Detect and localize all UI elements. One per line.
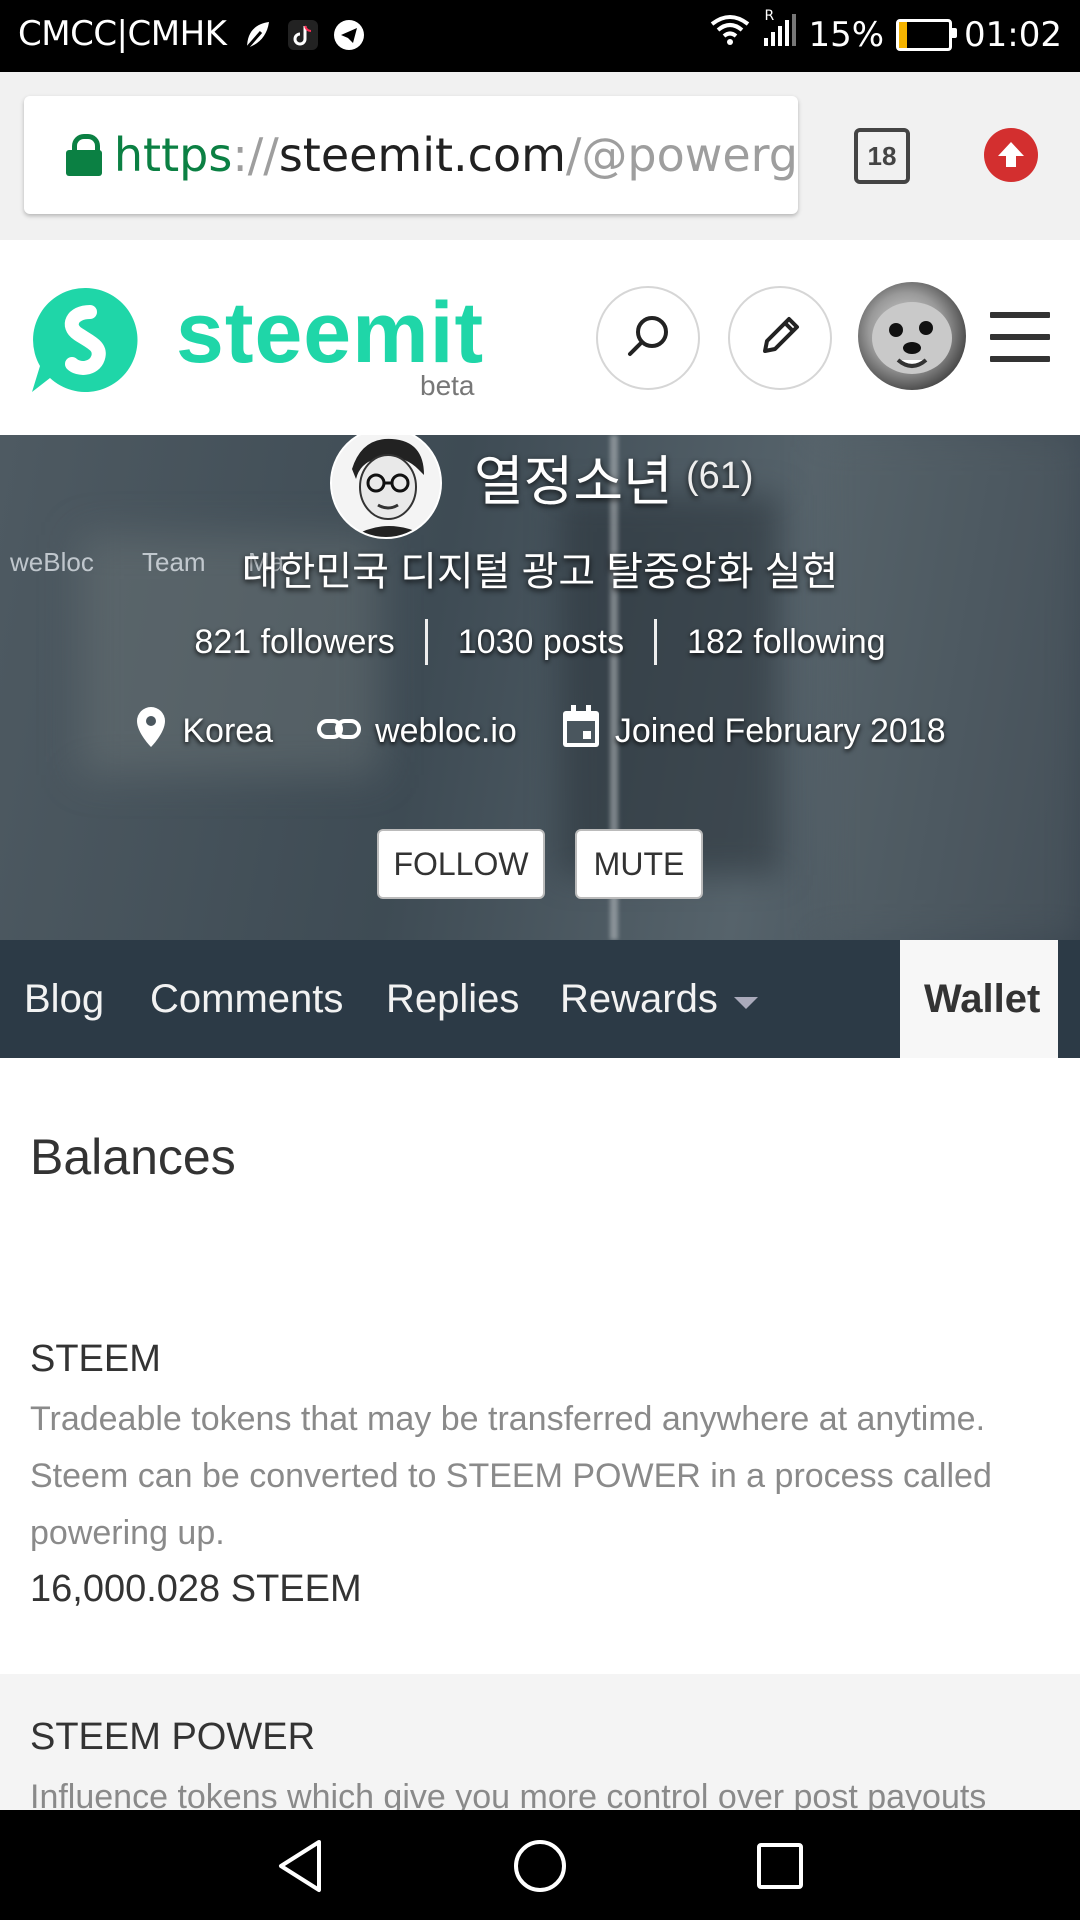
wifi-icon: [710, 14, 750, 55]
signal-roaming-label: R: [764, 8, 775, 24]
search-icon: [625, 313, 671, 364]
steem-power-row: STEEM POWER Influence tokens which give …: [30, 1716, 1050, 1810]
profile-tabs: Blog Comments Replies Rewards Wallet: [0, 940, 1080, 1058]
url-text[interactable]: https://steemit.com/@powerg: [114, 128, 798, 182]
url-separator: ://: [232, 128, 279, 182]
steem-description-line: Steem can be converted to STEEM POWER in…: [30, 1457, 992, 1495]
signal-icon: R: [762, 8, 797, 55]
profile-actions: FOLLOW MUTE: [0, 829, 1080, 899]
url-scheme: https: [113, 128, 233, 182]
profile-banner: weBloc Team Ma 열정소년 (61) 대한민국 디지털 광고 탈중앙…: [0, 435, 1080, 940]
website-item[interactable]: webloc.io: [317, 712, 517, 751]
user-avatar[interactable]: [858, 282, 966, 390]
battery-charging-icon: +: [896, 18, 958, 51]
tiktok-icon: [286, 18, 320, 52]
beta-label: beta: [420, 370, 475, 401]
update-arrow-icon[interactable]: [984, 128, 1038, 182]
leaf-icon: [240, 18, 274, 52]
follow-button[interactable]: FOLLOW: [377, 829, 545, 899]
location-pin-icon: [134, 705, 168, 758]
followers-link[interactable]: 821 followers: [194, 623, 394, 662]
back-icon[interactable]: [272, 1838, 328, 1894]
browser-toolbar: https://steemit.com/@powerg 18: [0, 72, 1080, 242]
steem-description-line: powering up.: [30, 1514, 225, 1552]
steem-power-section: STEEM POWER Influence tokens which give …: [0, 1674, 1080, 1810]
search-button[interactable]: [596, 286, 700, 390]
system-nav-bar: [0, 1810, 1080, 1920]
profile-tagline: 대한민국 디지털 광고 탈중앙화 실현: [241, 550, 839, 594]
reputation-score: (61): [686, 455, 754, 497]
profile-stats: 821 followers 1030 posts 182 following: [0, 619, 1080, 665]
tab-replies[interactable]: Replies: [386, 940, 519, 1058]
compose-button[interactable]: [728, 286, 832, 390]
location-text: Korea: [182, 712, 274, 750]
steem-balance-row: STEEM Tradeable tokens that may be trans…: [30, 1338, 1050, 1611]
brand-wordmark[interactable]: steemit: [176, 284, 484, 383]
tab-rewards[interactable]: Rewards: [560, 940, 758, 1058]
steemit-logo-icon[interactable]: [28, 282, 144, 403]
wallet-content: Balances STEEM Tradeable tokens that may…: [0, 1058, 1080, 1810]
location-item: Korea: [134, 705, 273, 758]
clock: 01:02: [964, 14, 1062, 55]
chevron-down-icon: [733, 997, 758, 1009]
url-path: /@powerg: [565, 128, 798, 182]
tab-rewards-label: Rewards: [560, 976, 718, 1021]
following-link[interactable]: 182 following: [687, 623, 885, 662]
tab-blog[interactable]: Blog: [24, 940, 104, 1058]
balances-heading: Balances: [30, 1129, 236, 1185]
mute-button[interactable]: MUTE: [575, 829, 703, 899]
steem-power-label: STEEM POWER: [30, 1716, 316, 1758]
posts-link[interactable]: 1030 posts: [458, 623, 624, 662]
joined-item: Joined February 2018: [561, 705, 946, 758]
stats-divider: [654, 619, 658, 665]
status-bar: CMCC|CMHK R 15% + 01:02: [0, 0, 1080, 72]
profile-meta: Korea webloc.io Joined February 2018: [0, 705, 1080, 758]
tab-comments[interactable]: Comments: [150, 940, 343, 1058]
steem-power-description: Influence tokens which give you more con…: [30, 1778, 987, 1810]
stats-divider: [424, 619, 428, 665]
steem-description: Tradeable tokens that may be transferred…: [30, 1391, 1050, 1562]
address-bar[interactable]: https://steemit.com/@powerg: [24, 96, 798, 214]
notification-icons: [240, 18, 366, 52]
tab-wallet[interactable]: Wallet: [900, 940, 1058, 1058]
pencil-icon: [757, 313, 803, 364]
link-icon: [317, 712, 362, 751]
steem-label: STEEM: [30, 1338, 161, 1380]
profile-avatar[interactable]: [330, 435, 442, 539]
telegram-icon: [332, 18, 366, 52]
profile-name: 열정소년: [474, 452, 673, 512]
carrier-label: CMCC|CMHK: [18, 14, 227, 54]
tab-switcher-button[interactable]: 18: [854, 128, 910, 184]
website-link[interactable]: webloc.io: [375, 712, 517, 751]
calendar-icon: [561, 705, 601, 758]
joined-text: Joined February 2018: [614, 712, 946, 750]
steem-description-line: Tradeable tokens that may be transferred…: [30, 1400, 986, 1438]
url-host: steemit.com: [278, 128, 566, 182]
battery-percent: 15%: [808, 14, 885, 55]
menu-icon[interactable]: [990, 312, 1050, 378]
recents-icon[interactable]: [752, 1838, 808, 1894]
lock-icon[interactable]: [66, 134, 102, 176]
steem-amount[interactable]: 16,000.028 STEEM: [30, 1568, 1050, 1611]
home-icon[interactable]: [512, 1838, 568, 1894]
site-header: steemit beta: [0, 240, 1080, 435]
